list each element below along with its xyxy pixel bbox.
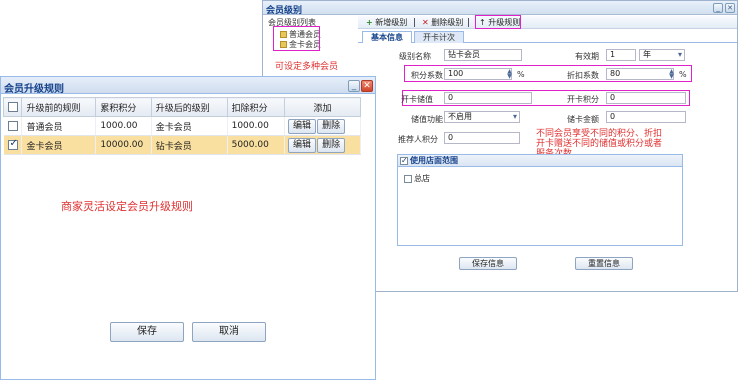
dialog-title: 会员升级规则 [4,84,64,95]
member-level-title: 会员级别 [266,6,303,16]
discount-rate-label: 折扣系数 [567,71,599,80]
cell-actions: 编辑 删除 [284,116,361,136]
edit-button[interactable]: 编辑 [288,137,317,153]
cell-before: 普通会员 [21,116,97,136]
add-level-button[interactable]: + 新增级别 [366,17,407,28]
card-points-label: 开卡积分 [567,95,599,104]
spinner-icon[interactable]: ▲ ▼ [668,69,675,80]
points-rate-input[interactable]: 100 [444,68,512,80]
col-after-level: 升级后的级别 [150,97,228,117]
upgrade-rule-dialog: 会员升级规则 _ ✕ 升级前的规则 累积积分 升级后的级别 扣除积分 添加 普通… [0,76,376,380]
cancel-button[interactable]: 取消 [192,322,266,342]
store-scope-panel: 使用店面范围 总店 [397,154,683,246]
row-checkbox[interactable] [7,138,18,150]
edit-button[interactable]: 编辑 [288,118,317,134]
minimize-icon[interactable]: _ [348,80,360,92]
chevron-down-icon: ▾ [677,50,682,59]
stored-value-select[interactable]: 不启用 ▾ [444,111,520,123]
deposit-input[interactable]: 0 [606,111,686,123]
level-tabs: 基本信息 开卡计次 [358,30,737,43]
tree-highlight [273,26,320,51]
points-rate-unit: % [517,70,525,79]
store-checkbox[interactable] [404,174,412,183]
spinner-icon[interactable]: ▲ ▼ [506,69,513,80]
cell-after: 金卡会员 [151,116,228,136]
delete-icon: ✕ [422,18,429,27]
cell-deduct: 5000.00 [227,135,286,155]
card-fee-label: 开卡储值 [401,95,433,104]
card-points-input[interactable]: 0 [606,92,686,104]
valid-period-label: 有效期 [575,52,599,61]
level-name-input[interactable]: 钻卡会员 [444,49,522,61]
upgrade-highlight [475,15,521,29]
store-item-main[interactable]: 总店 [404,173,430,184]
row-checkbox[interactable] [7,120,18,131]
col-before-rule: 升级前的规则 [21,97,97,117]
dialog-note: 商家灵活设定会员升级规则 [61,200,193,213]
member-level-tree: 会员级别列表 普通会员 金卡会员 可设定多种会员 [268,16,353,76]
scope-checkbox[interactable] [400,155,408,167]
delete-button[interactable]: 删除 [317,137,346,153]
toolbar-divider [468,18,469,27]
close-icon[interactable]: ✕ [725,3,735,13]
save-button[interactable]: 保存 [110,322,184,342]
grid-header-row: 升级前的规则 累积积分 升级后的级别 扣除积分 添加 [2,97,361,117]
discount-rate-input[interactable]: 80 [606,68,674,80]
tab-basic-info[interactable]: 基本信息 [362,31,412,43]
col-points: 累积积分 [95,97,152,117]
upgrade-rule-grid: 升级前的规则 累积积分 升级后的级别 扣除积分 添加 普通会员 1000.00 … [2,97,361,155]
valid-unit-select[interactable]: 年 ▾ [639,49,685,61]
delete-button[interactable]: 删除 [317,118,346,134]
store-scope-header[interactable]: 使用店面范围 [398,155,682,167]
plus-icon: + [366,18,373,27]
cell-actions: 编辑 删除 [284,135,361,155]
delete-level-button[interactable]: ✕ 删除级别 [422,17,463,28]
valid-period-input[interactable]: 1 [606,49,636,61]
minimize-icon[interactable]: _ [713,3,723,13]
tab-card-count[interactable]: 开卡计次 [414,31,464,43]
select-all-cell[interactable] [2,97,23,117]
table-row[interactable]: 普通会员 1000.00 金卡会员 1000.00 编辑 删除 [3,116,361,136]
member-level-titlebar: 会员级别 _ ✕ [263,1,737,16]
reset-info-button[interactable]: 重置信息 [575,257,633,270]
stored-value-label: 储值功能 [411,115,443,124]
cell-deduct: 1000.00 [227,116,286,136]
level-name-label: 级别名称 [399,52,431,61]
referrer-points-label: 推荐人积分 [398,135,438,144]
discount-rate-unit: % [679,70,687,79]
level-toolbar: + 新增级别 ✕ 删除级别 ↑ 升级规则 [358,15,737,29]
cell-before: 金卡会员 [21,135,97,155]
tree-note: 可设定多种会员 [275,62,339,72]
chevron-down-icon: ▾ [512,112,517,121]
select-all-checkbox[interactable] [8,101,18,112]
dialog-titlebar: 会员升级规则 _ ✕ [1,77,375,95]
toolbar-divider [414,18,415,27]
cell-points: 1000.00 [95,116,152,136]
add-rule-button[interactable]: 添加 [284,97,361,117]
save-info-button[interactable]: 保存信息 [459,257,517,270]
cell-after: 钻卡会员 [151,135,228,155]
col-deduct: 扣除积分 [226,97,286,117]
deposit-label: 储卡金额 [567,115,599,124]
points-rate-label: 积分系数 [411,71,443,80]
close-icon[interactable]: ✕ [361,80,373,92]
cell-points: 10000.00 [95,135,152,155]
referrer-points-input[interactable]: 0 [444,132,520,144]
table-row[interactable]: 金卡会员 10000.00 钻卡会员 5000.00 编辑删除 [3,135,361,155]
card-fee-input[interactable]: 0 [444,92,532,104]
